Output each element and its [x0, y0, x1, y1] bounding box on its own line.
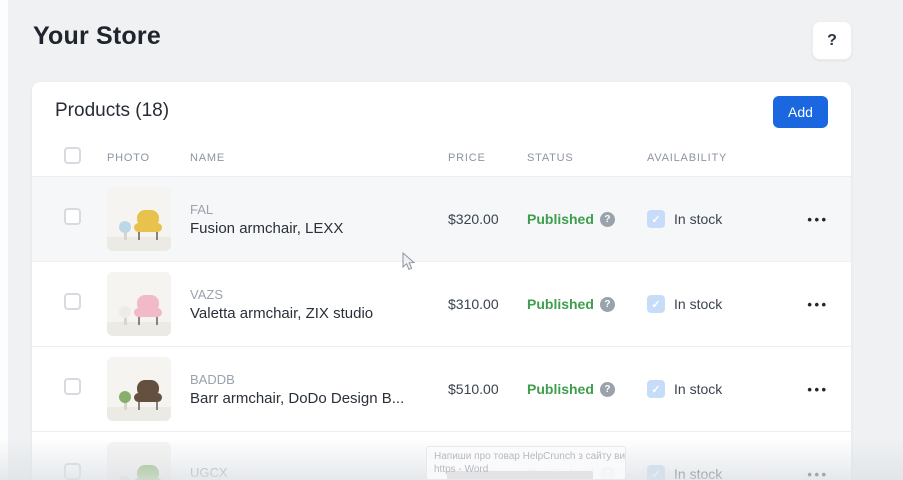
- status-label: Published: [527, 211, 594, 227]
- in-stock-checkbox[interactable]: ✓: [647, 210, 665, 228]
- column-header-photo: PHOTO: [107, 152, 190, 164]
- page-title: Your Store: [33, 22, 161, 51]
- product-photo: [107, 357, 171, 421]
- row-select-checkbox[interactable]: [64, 378, 81, 395]
- more-menu-icon[interactable]: •••: [805, 378, 830, 401]
- product-photo: [107, 272, 171, 336]
- product-name: Barr armchair, DoDo Design B...: [190, 390, 448, 407]
- availability-label: In stock: [674, 381, 722, 397]
- product-code: BADDB: [190, 372, 448, 387]
- status-label: Published: [527, 296, 594, 312]
- armchair-illustration: [107, 442, 171, 480]
- in-stock-checkbox[interactable]: ✓: [647, 380, 665, 398]
- add-product-button[interactable]: Add: [773, 96, 828, 128]
- taskbar-tooltip: Напиши про товар HelpCrunch з сайту виро…: [426, 446, 626, 480]
- armchair-illustration: [107, 357, 171, 421]
- table-body: FAL Fusion armchair, LEXX $320.00 Publis…: [32, 177, 851, 480]
- select-all-checkbox[interactable]: [64, 147, 81, 164]
- table-row: BADDB Barr armchair, DoDo Design B... $5…: [32, 347, 851, 432]
- table-row: VAZS Valetta armchair, ZIX studio $310.0…: [32, 262, 851, 347]
- status-help-icon[interactable]: ?: [600, 297, 615, 312]
- help-button[interactable]: ?: [812, 21, 852, 60]
- product-code: FAL: [190, 202, 448, 217]
- status-label: Published: [527, 381, 594, 397]
- status-help-icon[interactable]: ?: [600, 382, 615, 397]
- row-select-checkbox[interactable]: [64, 293, 81, 310]
- more-menu-icon[interactable]: •••: [805, 208, 830, 231]
- product-code: VAZS: [190, 287, 448, 302]
- product-code: UGCX: [190, 465, 448, 480]
- column-header-status: STATUS: [527, 152, 647, 164]
- mouse-cursor-icon: [402, 252, 416, 272]
- in-stock-checkbox[interactable]: ✓: [647, 465, 665, 480]
- in-stock-checkbox[interactable]: ✓: [647, 295, 665, 313]
- armchair-illustration: [107, 272, 171, 336]
- row-select-checkbox[interactable]: [64, 463, 81, 480]
- column-header-price: PRICE: [448, 152, 527, 164]
- more-menu-icon[interactable]: •••: [805, 463, 830, 480]
- product-price: $310.00: [448, 296, 527, 312]
- window-edge: [0, 0, 8, 480]
- products-count-title: Products (18): [55, 100, 169, 122]
- card-header: Products (18) Add: [32, 82, 851, 140]
- product-photo: [107, 442, 171, 480]
- row-select-checkbox[interactable]: [64, 208, 81, 225]
- tooltip-line-2: https - Word: [434, 463, 618, 476]
- products-card: Products (18) Add PHOTO NAME PRICE STATU…: [32, 82, 851, 480]
- availability-label: In stock: [674, 211, 722, 227]
- status-help-icon[interactable]: ?: [600, 212, 615, 227]
- product-name: Fusion armchair, LEXX: [190, 220, 448, 237]
- table-row: FAL Fusion armchair, LEXX $320.00 Publis…: [32, 177, 851, 262]
- column-header-availability: AVAILABILITY: [647, 152, 785, 164]
- product-price: $320.00: [448, 211, 527, 227]
- tooltip-line-1: Напиши про товар HelpCrunch з сайту виро…: [434, 450, 618, 463]
- product-price: $510.00: [448, 381, 527, 397]
- armchair-illustration: [107, 187, 171, 251]
- availability-label: In stock: [674, 296, 722, 312]
- product-name: Valetta armchair, ZIX studio: [190, 305, 448, 322]
- table-header-row: PHOTO NAME PRICE STATUS AVAILABILITY: [32, 140, 851, 177]
- more-menu-icon[interactable]: •••: [805, 293, 830, 316]
- product-photo: [107, 187, 171, 251]
- column-header-name: NAME: [190, 152, 448, 164]
- availability-label: In stock: [674, 466, 722, 480]
